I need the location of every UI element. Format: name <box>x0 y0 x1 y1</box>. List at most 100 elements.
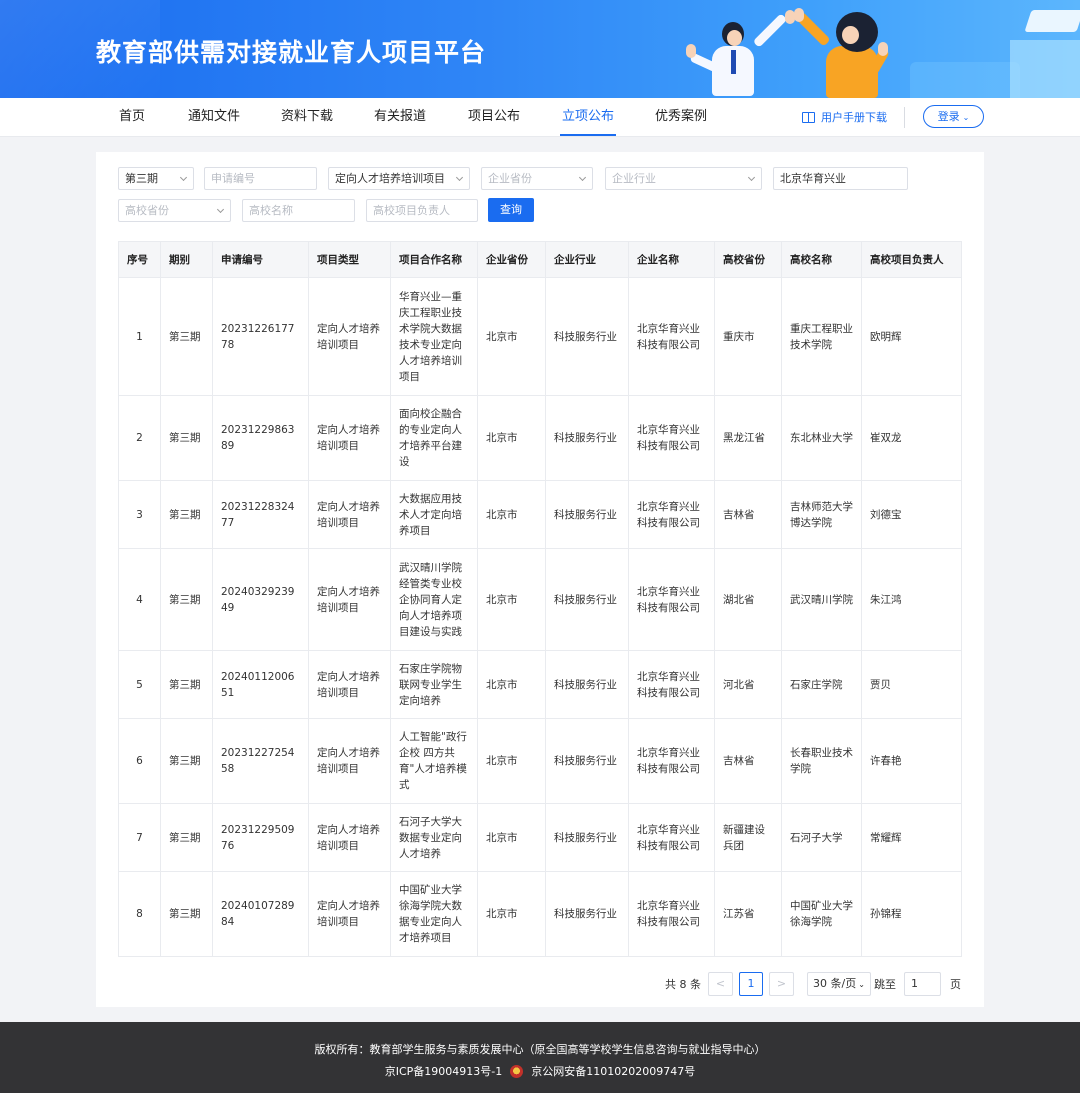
table-cell: 常耀辉 <box>861 803 962 872</box>
column-header: 高校项目负责人 <box>861 241 962 278</box>
login-label: 登录 <box>937 110 960 123</box>
user-manual-label: 用户手册下载 <box>821 110 887 124</box>
table-cell: 崔双龙 <box>861 395 962 481</box>
column-header: 序号 <box>118 241 161 278</box>
school-name-input[interactable]: 高校名称 <box>242 199 355 222</box>
table-cell: 中国矿业大学徐海学院大数据专业定向人才培养项目 <box>390 871 478 957</box>
table-cell: 北京市 <box>477 480 546 549</box>
table-row: 2 第三期 2023122986389 定向人才培养培训项目 面向校企融合的专业定向人才… <box>118 395 962 481</box>
company-province-select[interactable]: 企业省份 <box>481 167 593 190</box>
table-cell: 北京市 <box>477 548 546 651</box>
nav-excellent-cases[interactable]: 优秀案例 <box>655 98 707 137</box>
period-select[interactable]: 第三期 <box>118 167 194 190</box>
column-header: 高校省份 <box>714 241 782 278</box>
table-cell: 武汉晴川学院经管类专业校企协同育人定向人才培养项目建设与实践 <box>390 548 478 651</box>
table-cell: 2024032923949 <box>212 548 309 651</box>
table-cell: 北京市 <box>477 803 546 872</box>
nav-notices[interactable]: 通知文件 <box>188 98 240 137</box>
table-cell: 吉林省 <box>714 480 782 549</box>
table-cell: 北京华育兴业科技有限公司 <box>628 718 715 804</box>
table-cell: 石河子大学 <box>781 803 862 872</box>
main-nav: 首页 通知文件 资料下载 有关报道 项目公布 立项公布 优秀案例 用户手册下载 … <box>0 98 1080 137</box>
table-cell: 北京华育兴业科技有限公司 <box>628 395 715 481</box>
column-header: 项目类型 <box>308 241 391 278</box>
pagination-page-1[interactable]: 1 <box>739 972 763 996</box>
column-header: 申请编号 <box>212 241 309 278</box>
nav-project-announcement[interactable]: 项目公布 <box>468 98 520 137</box>
table-cell: 面向校企融合的专业定向人才培养平台建设 <box>390 395 478 481</box>
page-size-select[interactable]: 30 条/页 ⌄ <box>807 972 871 996</box>
login-button[interactable]: 登录 ⌄ <box>923 105 984 128</box>
icp-record-link[interactable]: 京ICP备19004913号-1 <box>385 1063 503 1079</box>
illustration-hand <box>686 44 696 58</box>
user-manual-download[interactable]: 用户手册下载 <box>802 98 887 137</box>
goto-page-input[interactable]: 1 <box>904 972 941 996</box>
company-industry-select[interactable]: 企业行业 <box>605 167 762 190</box>
table-cell: 定向人才培养培训项目 <box>308 548 391 651</box>
application-number-input[interactable]: 申请编号 <box>204 167 317 190</box>
table-cell: 孙锦程 <box>861 871 962 957</box>
nav-reports[interactable]: 有关报道 <box>374 98 426 137</box>
table-cell: 1 <box>118 277 161 396</box>
column-header: 项目合作名称 <box>390 241 478 278</box>
school-province-select[interactable]: 高校省份 <box>118 199 231 222</box>
search-button[interactable]: 查询 <box>488 198 534 222</box>
table-cell: 科技服务行业 <box>545 548 629 651</box>
pagination-total: 共 8 条 <box>665 978 701 991</box>
table-cell: 2024010728984 <box>212 871 309 957</box>
police-record-link[interactable]: 京公网安备11010202009747号 <box>531 1063 695 1079</box>
table-cell: 2023122617778 <box>212 277 309 396</box>
table-cell: 石家庄学院 <box>781 650 862 719</box>
table-cell: 武汉晴川学院 <box>781 548 862 651</box>
pagination-prev-button[interactable]: < <box>708 972 733 996</box>
table-cell: 定向人才培养培训项目 <box>308 480 391 549</box>
table-cell: 科技服务行业 <box>545 395 629 481</box>
table-cell: 北京华育兴业科技有限公司 <box>628 871 715 957</box>
illustration-arm <box>752 13 788 48</box>
table-cell: 北京市 <box>477 277 546 396</box>
police-badge-icon <box>510 1064 524 1078</box>
table-cell: 重庆工程职业技术学院 <box>781 277 862 396</box>
table-cell: 第三期 <box>160 548 213 651</box>
table-cell: 定向人才培养培训项目 <box>308 803 391 872</box>
illustration-face <box>842 26 859 44</box>
table-cell: 定向人才培养培训项目 <box>308 277 391 396</box>
table-row: 4 第三期 2024032923949 定向人才培养培训项目 武汉晴川学院经管类专业校企… <box>118 548 962 651</box>
table-row: 1 第三期 2023122617778 定向人才培养培训项目 华育兴业—重庆工程职业技术… <box>118 277 962 396</box>
nav-downloads[interactable]: 资料下载 <box>281 98 333 137</box>
table-cell: 江苏省 <box>714 871 782 957</box>
table-cell: 第三期 <box>160 650 213 719</box>
results-card: 第三期 申请编号 定向人才培养培训项目 企业省份 企业行业 北京华育兴业 高校省… <box>96 152 984 1007</box>
table-cell: 3 <box>118 480 161 549</box>
header-banner: 教育部供需对接就业育人项目平台 <box>0 0 1080 98</box>
column-header: 企业省份 <box>477 241 546 278</box>
nav-approval-announcement[interactable]: 立项公布 <box>559 98 617 137</box>
illustration-person-woman <box>826 46 878 98</box>
table-cell: 湖北省 <box>714 548 782 651</box>
table-cell: 新疆建设兵团 <box>714 803 782 872</box>
table-cell: 北京市 <box>477 395 546 481</box>
table-cell: 第三期 <box>160 803 213 872</box>
table-cell: 北京华育兴业科技有限公司 <box>628 803 715 872</box>
company-industry-placeholder: 企业行业 <box>612 172 656 185</box>
table-cell: 5 <box>118 650 161 719</box>
page-suffix: 页 <box>950 978 961 991</box>
illustration-face <box>727 30 742 46</box>
pagination-next-button[interactable]: > <box>769 972 794 996</box>
school-lead-input[interactable]: 高校项目负责人 <box>366 199 478 222</box>
table-cell: 科技服务行业 <box>545 650 629 719</box>
table-cell: 2023122986389 <box>212 395 309 481</box>
table-cell: 第三期 <box>160 277 213 396</box>
table-cell: 8 <box>118 871 161 957</box>
table-cell: 定向人才培养培训项目 <box>308 395 391 481</box>
table-cell: 第三期 <box>160 871 213 957</box>
nav-home[interactable]: 首页 <box>119 98 145 137</box>
chevron-down-icon <box>179 173 188 182</box>
project-type-select[interactable]: 定向人才培养培训项目 <box>328 167 470 190</box>
illustration-hand <box>878 42 888 56</box>
table-cell: 2023122950976 <box>212 803 309 872</box>
column-header: 企业名称 <box>628 241 715 278</box>
book-icon <box>802 112 815 123</box>
company-name-input[interactable]: 北京华育兴业 <box>773 167 908 190</box>
chevron-down-icon <box>216 205 225 214</box>
